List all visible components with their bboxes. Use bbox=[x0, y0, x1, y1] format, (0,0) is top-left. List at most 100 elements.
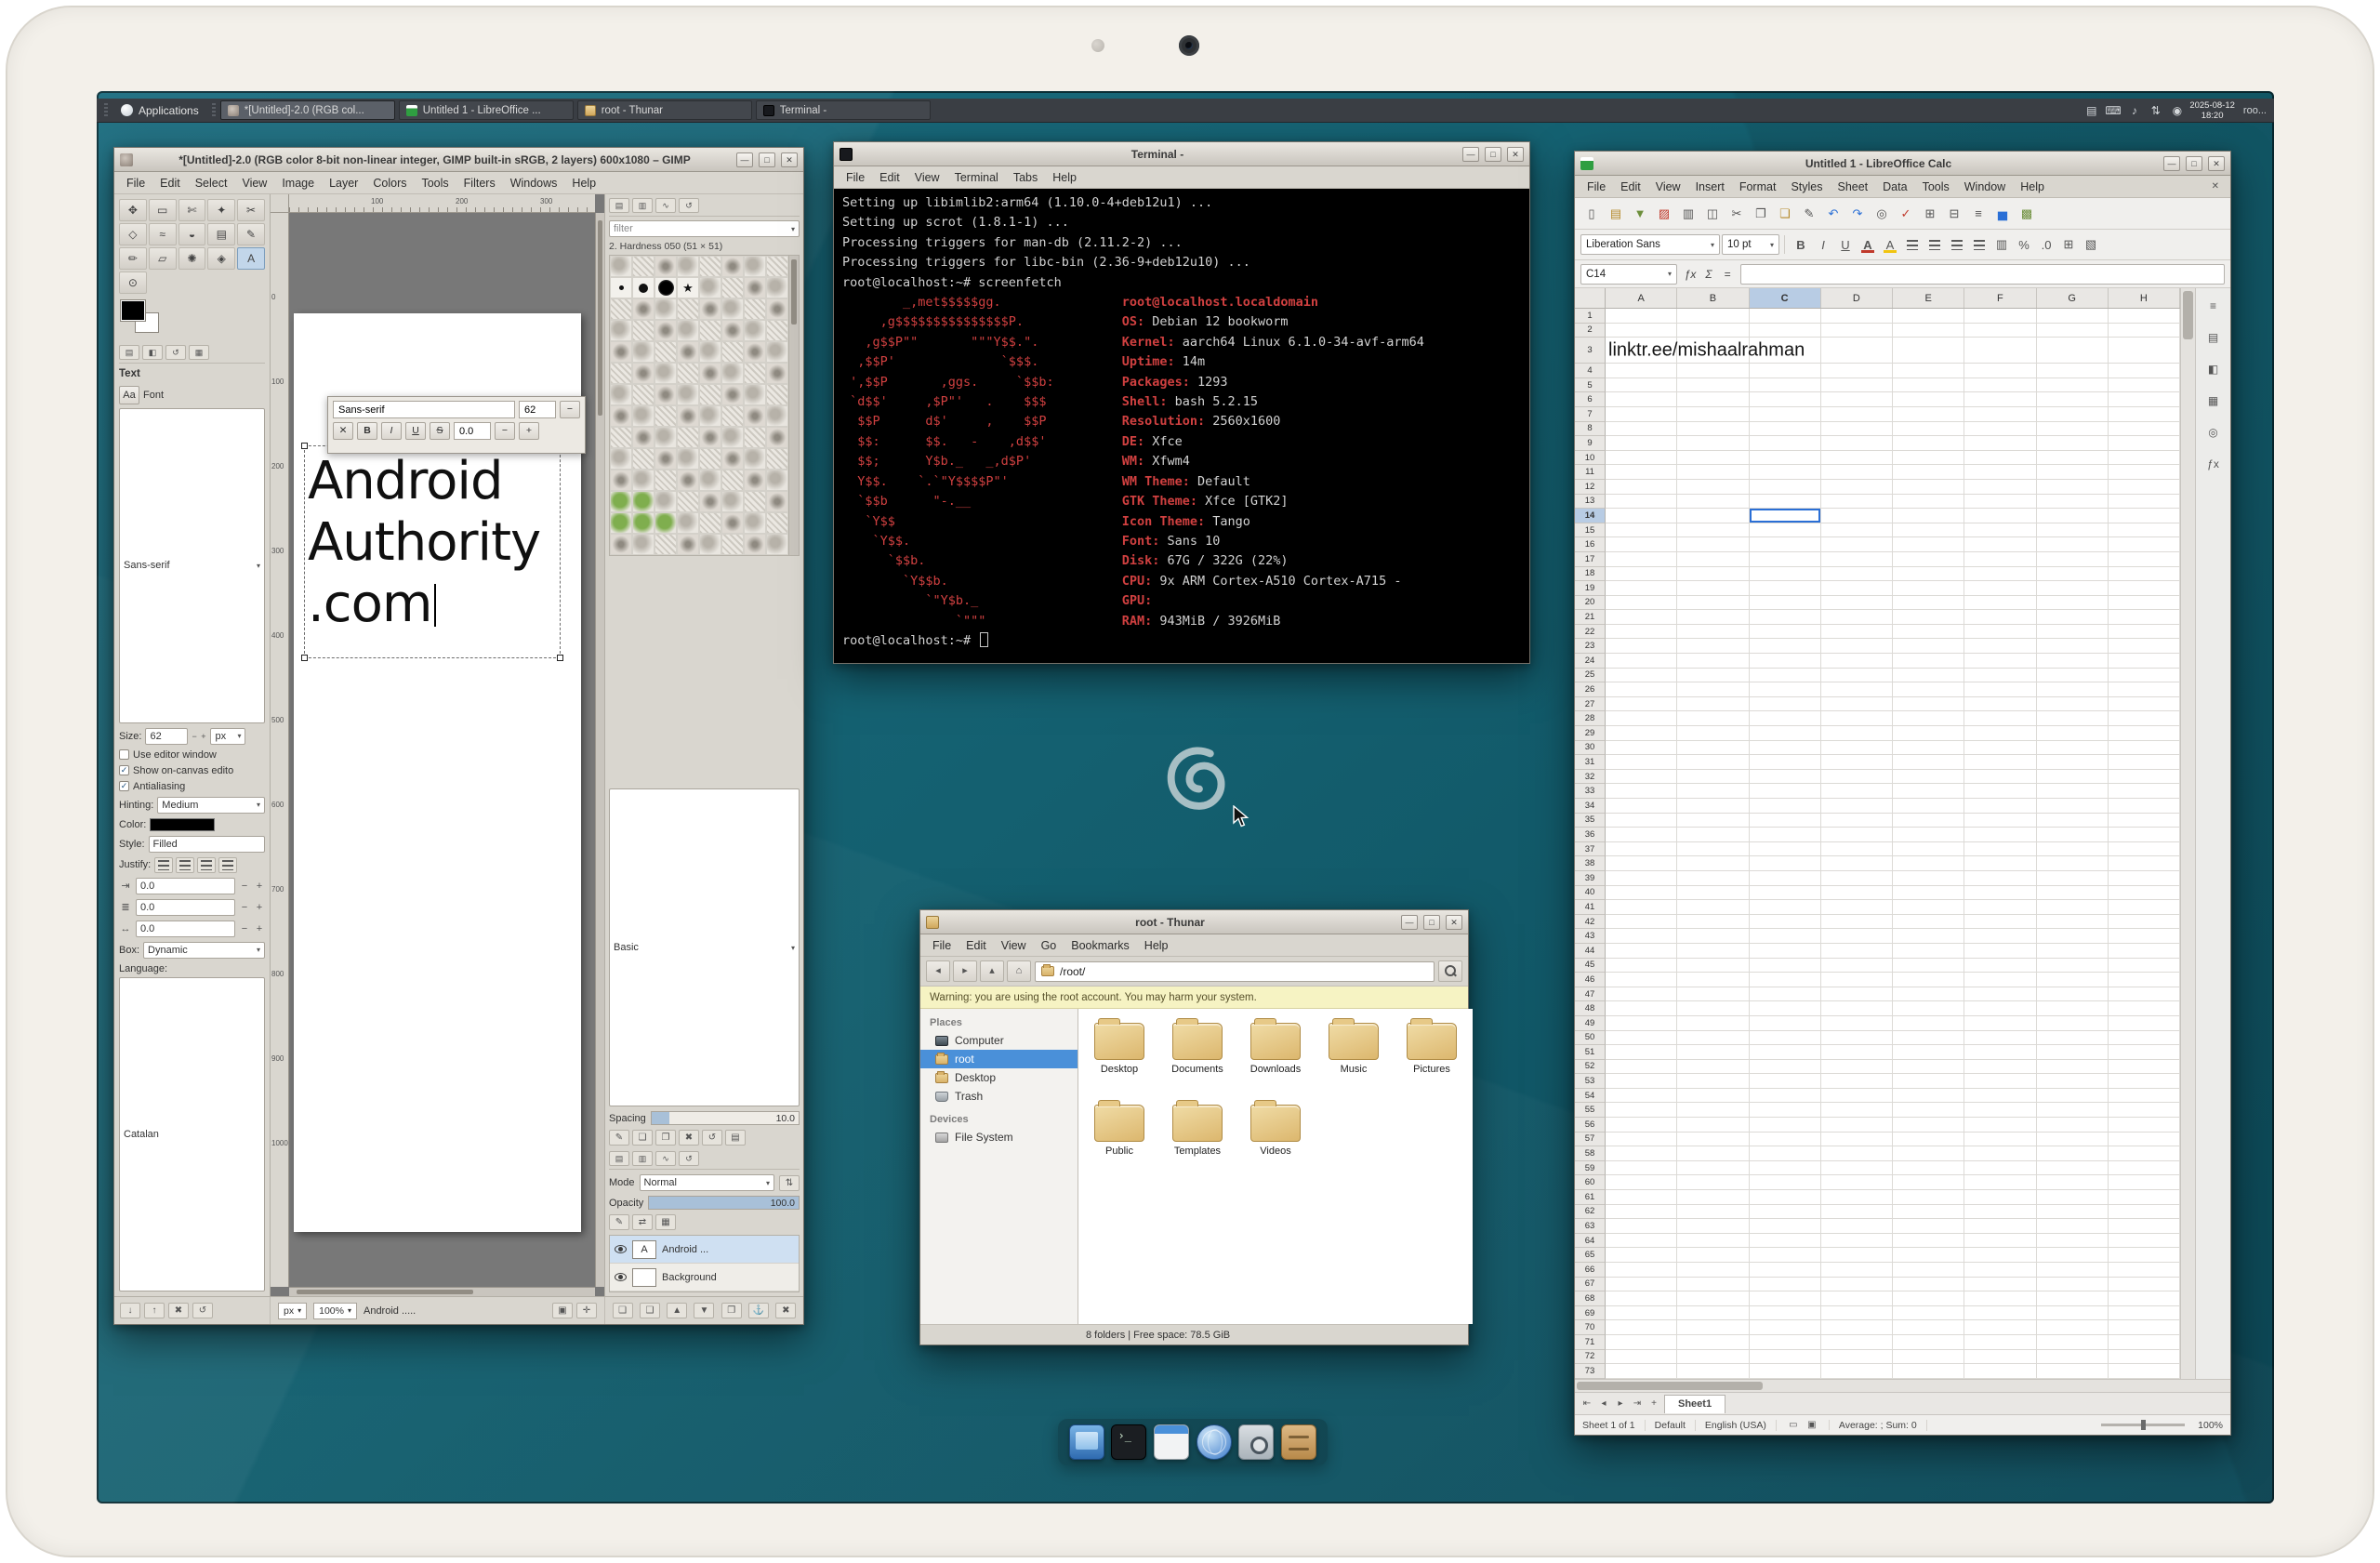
underline-icon[interactable]: U bbox=[1834, 233, 1857, 256]
cell-B33[interactable] bbox=[1677, 784, 1749, 799]
cell-H30[interactable] bbox=[2109, 741, 2180, 756]
edit-brush-icon[interactable]: ✎ bbox=[609, 1130, 629, 1146]
cell-D64[interactable] bbox=[1821, 1234, 1893, 1249]
cell-F3[interactable] bbox=[1964, 338, 2036, 364]
cell-E10[interactable] bbox=[1893, 451, 1964, 466]
cell-B72[interactable] bbox=[1677, 1350, 1749, 1365]
cell-D40[interactable] bbox=[1821, 886, 1893, 901]
cell-E31[interactable] bbox=[1893, 755, 1964, 770]
transform-tool[interactable]: ◇ bbox=[119, 223, 147, 245]
cell-D59[interactable] bbox=[1821, 1161, 1893, 1176]
insert-row-icon[interactable]: ⊞ bbox=[1919, 203, 1941, 225]
cell-C29[interactable] bbox=[1750, 726, 1821, 741]
cell-H2[interactable] bbox=[2109, 324, 2180, 338]
brush-swatch[interactable] bbox=[699, 470, 721, 491]
row-header-55[interactable]: 55 bbox=[1575, 1103, 1606, 1118]
row-header-56[interactable]: 56 bbox=[1575, 1118, 1606, 1133]
cell-E60[interactable] bbox=[1893, 1175, 1964, 1190]
brush-swatch[interactable] bbox=[744, 277, 766, 298]
cell-C38[interactable] bbox=[1750, 856, 1821, 871]
cell-F29[interactable] bbox=[1964, 726, 2036, 741]
cell-F61[interactable] bbox=[1964, 1190, 2036, 1205]
brush-swatch[interactable] bbox=[721, 512, 744, 534]
brush-swatch[interactable] bbox=[744, 512, 766, 534]
cell-H63[interactable] bbox=[2109, 1219, 2180, 1234]
cell-C73[interactable] bbox=[1750, 1364, 1821, 1379]
row-header-5[interactable]: 5 bbox=[1575, 378, 1606, 393]
eraser-tool[interactable]: ▱ bbox=[149, 247, 177, 270]
cell-C53[interactable] bbox=[1750, 1074, 1821, 1089]
cell-D14[interactable] bbox=[1821, 509, 1893, 523]
row-header-10[interactable]: 10 bbox=[1575, 451, 1606, 466]
column-header-H[interactable]: H bbox=[2109, 288, 2180, 308]
cell-A28[interactable] bbox=[1606, 711, 1677, 726]
brush-swatch[interactable] bbox=[699, 298, 721, 320]
calc-menu-tools[interactable]: Tools bbox=[1916, 179, 1956, 195]
cell-B22[interactable] bbox=[1677, 625, 1749, 640]
cell-A57[interactable] bbox=[1606, 1133, 1677, 1147]
cell-A45[interactable] bbox=[1606, 959, 1677, 974]
file-music[interactable]: Music bbox=[1315, 1018, 1393, 1100]
cell-B28[interactable] bbox=[1677, 711, 1749, 726]
cell-C42[interactable] bbox=[1750, 915, 1821, 930]
row-header-29[interactable]: 29 bbox=[1575, 726, 1606, 741]
cell-D51[interactable] bbox=[1821, 1045, 1893, 1060]
cell-G38[interactable] bbox=[2037, 856, 2109, 871]
cell-C41[interactable] bbox=[1750, 900, 1821, 915]
cell-D60[interactable] bbox=[1821, 1175, 1893, 1190]
cell-A5[interactable] bbox=[1606, 378, 1677, 393]
row-header-21[interactable]: 21 bbox=[1575, 610, 1606, 625]
cell-G65[interactable] bbox=[2037, 1248, 2109, 1263]
cell-A27[interactable] bbox=[1606, 697, 1677, 712]
cell-B5[interactable] bbox=[1677, 378, 1749, 393]
cell-B56[interactable] bbox=[1677, 1118, 1749, 1133]
cell-C31[interactable] bbox=[1750, 755, 1821, 770]
cell-G59[interactable] bbox=[2037, 1161, 2109, 1176]
cell-G32[interactable] bbox=[2037, 770, 2109, 785]
terminal-maximize-button[interactable]: □ bbox=[1485, 147, 1501, 162]
cell-D18[interactable] bbox=[1821, 567, 1893, 582]
cell-C37[interactable] bbox=[1750, 842, 1821, 857]
last-sheet-icon[interactable]: ⇥ bbox=[1630, 1398, 1645, 1409]
cell-B11[interactable] bbox=[1677, 465, 1749, 480]
cell-G51[interactable] bbox=[2037, 1045, 2109, 1060]
brush-swatch[interactable] bbox=[766, 405, 788, 427]
cell-C51[interactable] bbox=[1750, 1045, 1821, 1060]
insert-column-icon[interactable]: ⊟ bbox=[1943, 203, 1965, 225]
cell-A41[interactable] bbox=[1606, 900, 1677, 915]
overlay-size-field[interactable]: 62 bbox=[519, 401, 556, 418]
brush-swatch[interactable] bbox=[677, 320, 699, 341]
pencil-tool[interactable]: ✎ bbox=[237, 223, 265, 245]
free-select-tool[interactable]: ✄ bbox=[178, 199, 206, 221]
cell-H32[interactable] bbox=[2109, 770, 2180, 785]
paintbrush-tool[interactable]: ✏ bbox=[119, 247, 147, 270]
raise-layer-icon[interactable]: ▲ bbox=[667, 1303, 687, 1318]
paths-tab[interactable]: ∿ bbox=[655, 198, 676, 213]
cell-H57[interactable] bbox=[2109, 1133, 2180, 1147]
cell-B69[interactable] bbox=[1677, 1306, 1749, 1321]
column-header-E[interactable]: E bbox=[1893, 288, 1964, 308]
brush-swatch[interactable] bbox=[677, 512, 699, 534]
cell-C30[interactable] bbox=[1750, 741, 1821, 756]
cell-H59[interactable] bbox=[2109, 1161, 2180, 1176]
row-header-15[interactable]: 15 bbox=[1575, 523, 1606, 538]
cell-A53[interactable] bbox=[1606, 1074, 1677, 1089]
cell-B39[interactable] bbox=[1677, 871, 1749, 886]
cell-D11[interactable] bbox=[1821, 465, 1893, 480]
cell-F47[interactable] bbox=[1964, 987, 2036, 1002]
gimp-menu-edit[interactable]: Edit bbox=[153, 175, 187, 192]
cell-A36[interactable] bbox=[1606, 828, 1677, 842]
cell-H9[interactable] bbox=[2109, 436, 2180, 451]
cell-H16[interactable] bbox=[2109, 537, 2180, 552]
cell-A59[interactable] bbox=[1606, 1161, 1677, 1176]
brush-swatch[interactable] bbox=[744, 384, 766, 405]
cell-B30[interactable] bbox=[1677, 741, 1749, 756]
cell-E65[interactable] bbox=[1893, 1248, 1964, 1263]
row-header-39[interactable]: 39 bbox=[1575, 871, 1606, 886]
brush-swatch[interactable] bbox=[766, 256, 788, 277]
calc-menu-data[interactable]: Data bbox=[1876, 179, 1913, 195]
cell-C61[interactable] bbox=[1750, 1190, 1821, 1205]
cell-H43[interactable] bbox=[2109, 929, 2180, 944]
cell-F65[interactable] bbox=[1964, 1248, 2036, 1263]
row-header-60[interactable]: 60 bbox=[1575, 1175, 1606, 1190]
